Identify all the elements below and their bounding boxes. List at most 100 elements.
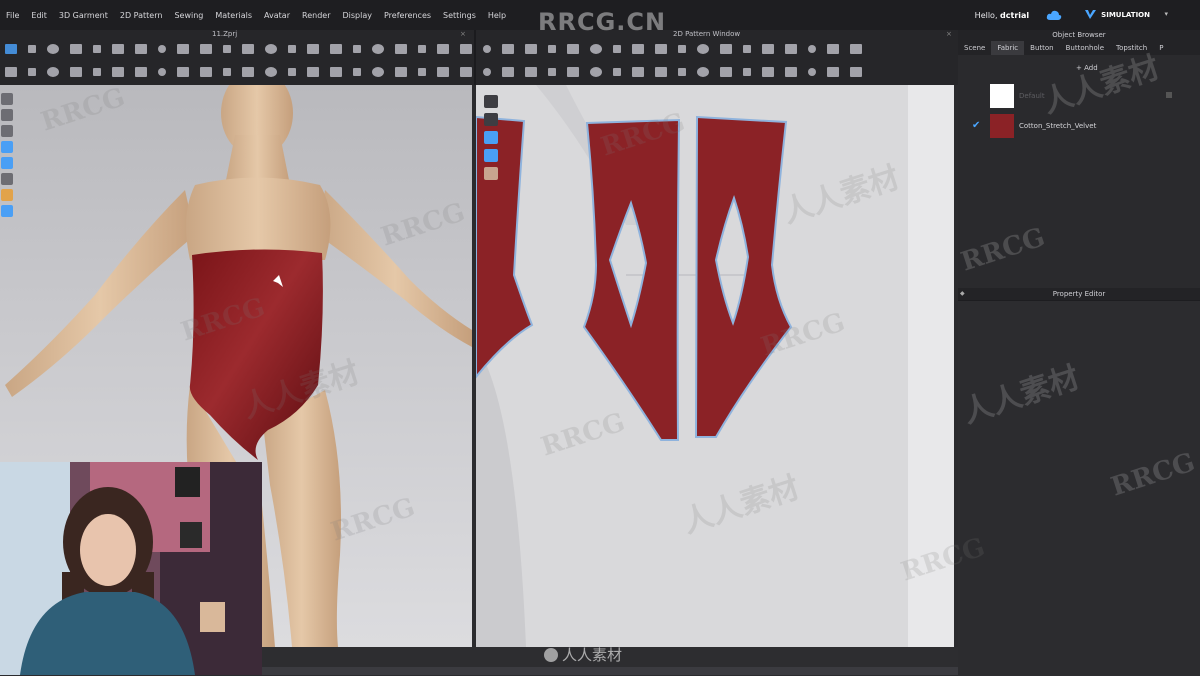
toolbar-tool-icon[interactable]	[307, 67, 319, 77]
toolbar-tool-icon[interactable]	[502, 44, 514, 54]
pattern-canvas[interactable]	[476, 85, 954, 647]
toolbar-tool-icon[interactable]	[525, 44, 537, 54]
avatar-display-icon[interactable]	[1, 157, 13, 169]
toolbar-tool-icon[interactable]	[613, 45, 621, 53]
toolbar-tool-icon[interactable]	[720, 67, 732, 77]
toolbar-tool-icon[interactable]	[5, 67, 17, 77]
toolbar-tool-icon[interactable]	[697, 67, 709, 77]
toolbar-tool-icon[interactable]	[678, 45, 686, 53]
toolbar-tool-icon[interactable]	[330, 44, 342, 54]
pattern-piece-front-left[interactable]	[582, 118, 681, 441]
toolbar-tool-icon[interactable]	[460, 67, 472, 77]
toolbar-tool-icon[interactable]	[28, 45, 36, 53]
toolbar-tool-icon[interactable]	[395, 67, 407, 77]
toolbar-tool-icon[interactable]	[655, 44, 667, 54]
toolbar-tool-icon[interactable]	[112, 44, 124, 54]
menu-avatar[interactable]: Avatar	[258, 11, 296, 20]
toolbar-tool-icon[interactable]	[418, 45, 426, 53]
toolbar-tool-icon[interactable]	[93, 45, 101, 53]
toolbar-tool-icon[interactable]	[288, 45, 296, 53]
tab-button[interactable]: Button	[1024, 41, 1059, 55]
tab-fabric[interactable]: Fabric	[991, 41, 1025, 55]
layer-icon[interactable]	[484, 131, 498, 144]
toolbar-tool-icon[interactable]	[590, 67, 602, 77]
toolbar-tool-icon[interactable]	[762, 44, 774, 54]
toolbar-tool-icon[interactable]	[70, 67, 82, 77]
toolbar-tool-icon[interactable]	[288, 68, 296, 76]
toolbar-tool-icon[interactable]	[223, 68, 231, 76]
toolbar-tool-icon[interactable]	[353, 68, 361, 76]
menu-3d-garment[interactable]: 3D Garment	[53, 11, 114, 20]
toolbar-tool-icon[interactable]	[330, 67, 342, 77]
toolbar-tool-icon[interactable]	[353, 45, 361, 53]
menu-2d-pattern[interactable]: 2D Pattern	[114, 11, 169, 20]
toolbar-tool-icon[interactable]	[372, 67, 384, 77]
menu-materials[interactable]: Materials	[209, 11, 258, 20]
toolbar-tool-icon[interactable]	[743, 68, 751, 76]
toolbar-tool-icon[interactable]	[590, 44, 602, 54]
tab-more[interactable]: P	[1153, 41, 1169, 55]
pen-icon[interactable]	[484, 95, 498, 108]
menu-edit[interactable]: Edit	[25, 11, 53, 20]
toolbar-tool-icon[interactable]	[678, 68, 686, 76]
add-fabric-button[interactable]: + Add	[1076, 64, 1098, 72]
pattern-piece-front-right[interactable]	[694, 115, 793, 438]
texture-icon[interactable]	[484, 167, 498, 180]
simulation-button[interactable]: SIMULATION ▾	[1077, 6, 1176, 24]
toolbar-tool-icon[interactable]	[93, 68, 101, 76]
toolbar-tool-icon[interactable]	[827, 44, 839, 54]
toolbar-tool-icon[interactable]	[567, 67, 579, 77]
select-icon[interactable]	[484, 113, 498, 126]
window-controls[interactable]	[1184, 8, 1200, 22]
toolbar-tool-icon[interactable]	[483, 68, 491, 76]
fabric-display-icon[interactable]	[1, 141, 13, 153]
toolbar-tool-icon[interactable]	[437, 44, 449, 54]
menu-preferences[interactable]: Preferences	[378, 11, 437, 20]
toolbar-tool-icon[interactable]	[827, 67, 839, 77]
globe-icon[interactable]	[1, 205, 13, 217]
toolbar-tool-icon[interactable]	[223, 45, 231, 53]
toolbar-tool-icon[interactable]	[548, 68, 556, 76]
toolbar-tool-icon[interactable]	[372, 44, 384, 54]
toolbar-tool-icon[interactable]	[265, 67, 277, 77]
toolbar-tool-icon[interactable]	[785, 44, 797, 54]
toolbar-tool-icon[interactable]	[720, 44, 732, 54]
tab-topstitch[interactable]: Topstitch	[1110, 41, 1153, 55]
toolbar-tool-icon[interactable]	[47, 44, 59, 54]
menu-sewing[interactable]: Sewing	[168, 11, 209, 20]
toolbar-tool-icon[interactable]	[502, 67, 514, 77]
fabric-item-cotton-stretch-velvet[interactable]: ✔ Cotton_Stretch_Velvet	[958, 112, 1200, 142]
menu-render[interactable]: Render	[296, 11, 336, 20]
close-icon[interactable]: ×	[460, 30, 466, 38]
toolbar-tool-icon[interactable]	[265, 44, 277, 54]
toolbar-tool-icon[interactable]	[5, 44, 17, 54]
username[interactable]: dctrial	[1000, 11, 1029, 20]
hand-icon[interactable]	[1, 189, 13, 201]
toolbar-tool-icon[interactable]	[135, 44, 147, 54]
toolbar-tool-icon[interactable]	[525, 67, 537, 77]
select-mesh-icon[interactable]	[1, 93, 13, 105]
toolbar-tool-icon[interactable]	[808, 45, 816, 53]
toolbar-tool-icon[interactable]	[200, 44, 212, 54]
toolbar-tool-icon[interactable]	[177, 67, 189, 77]
toolbar-tool-icon[interactable]	[70, 44, 82, 54]
toolbar-tool-icon[interactable]	[762, 67, 774, 77]
toolbar-tool-icon[interactable]	[743, 45, 751, 53]
toolbar-tool-icon[interactable]	[395, 44, 407, 54]
camera-icon[interactable]	[1, 109, 13, 121]
fabric-item-default[interactable]: Default	[958, 82, 1200, 112]
toolbar-tool-icon[interactable]	[697, 44, 709, 54]
toolbar-tool-icon[interactable]	[632, 67, 644, 77]
toolbar-tool-icon[interactable]	[242, 67, 254, 77]
toolbar-tool-icon[interactable]	[47, 67, 59, 77]
toolbar-tool-icon[interactable]	[655, 67, 667, 77]
toolbar-tool-icon[interactable]	[135, 67, 147, 77]
toolbar-tool-icon[interactable]	[548, 45, 556, 53]
collapse-icon[interactable]: ◆	[960, 288, 965, 300]
toolbar-tool-icon[interactable]	[483, 45, 491, 53]
toolbar-tool-icon[interactable]	[808, 68, 816, 76]
fabric-icon[interactable]	[484, 149, 498, 162]
toolbar-tool-icon[interactable]	[613, 68, 621, 76]
menu-help[interactable]: Help	[482, 11, 512, 20]
tab-buttonhole[interactable]: Buttonhole	[1060, 41, 1110, 55]
